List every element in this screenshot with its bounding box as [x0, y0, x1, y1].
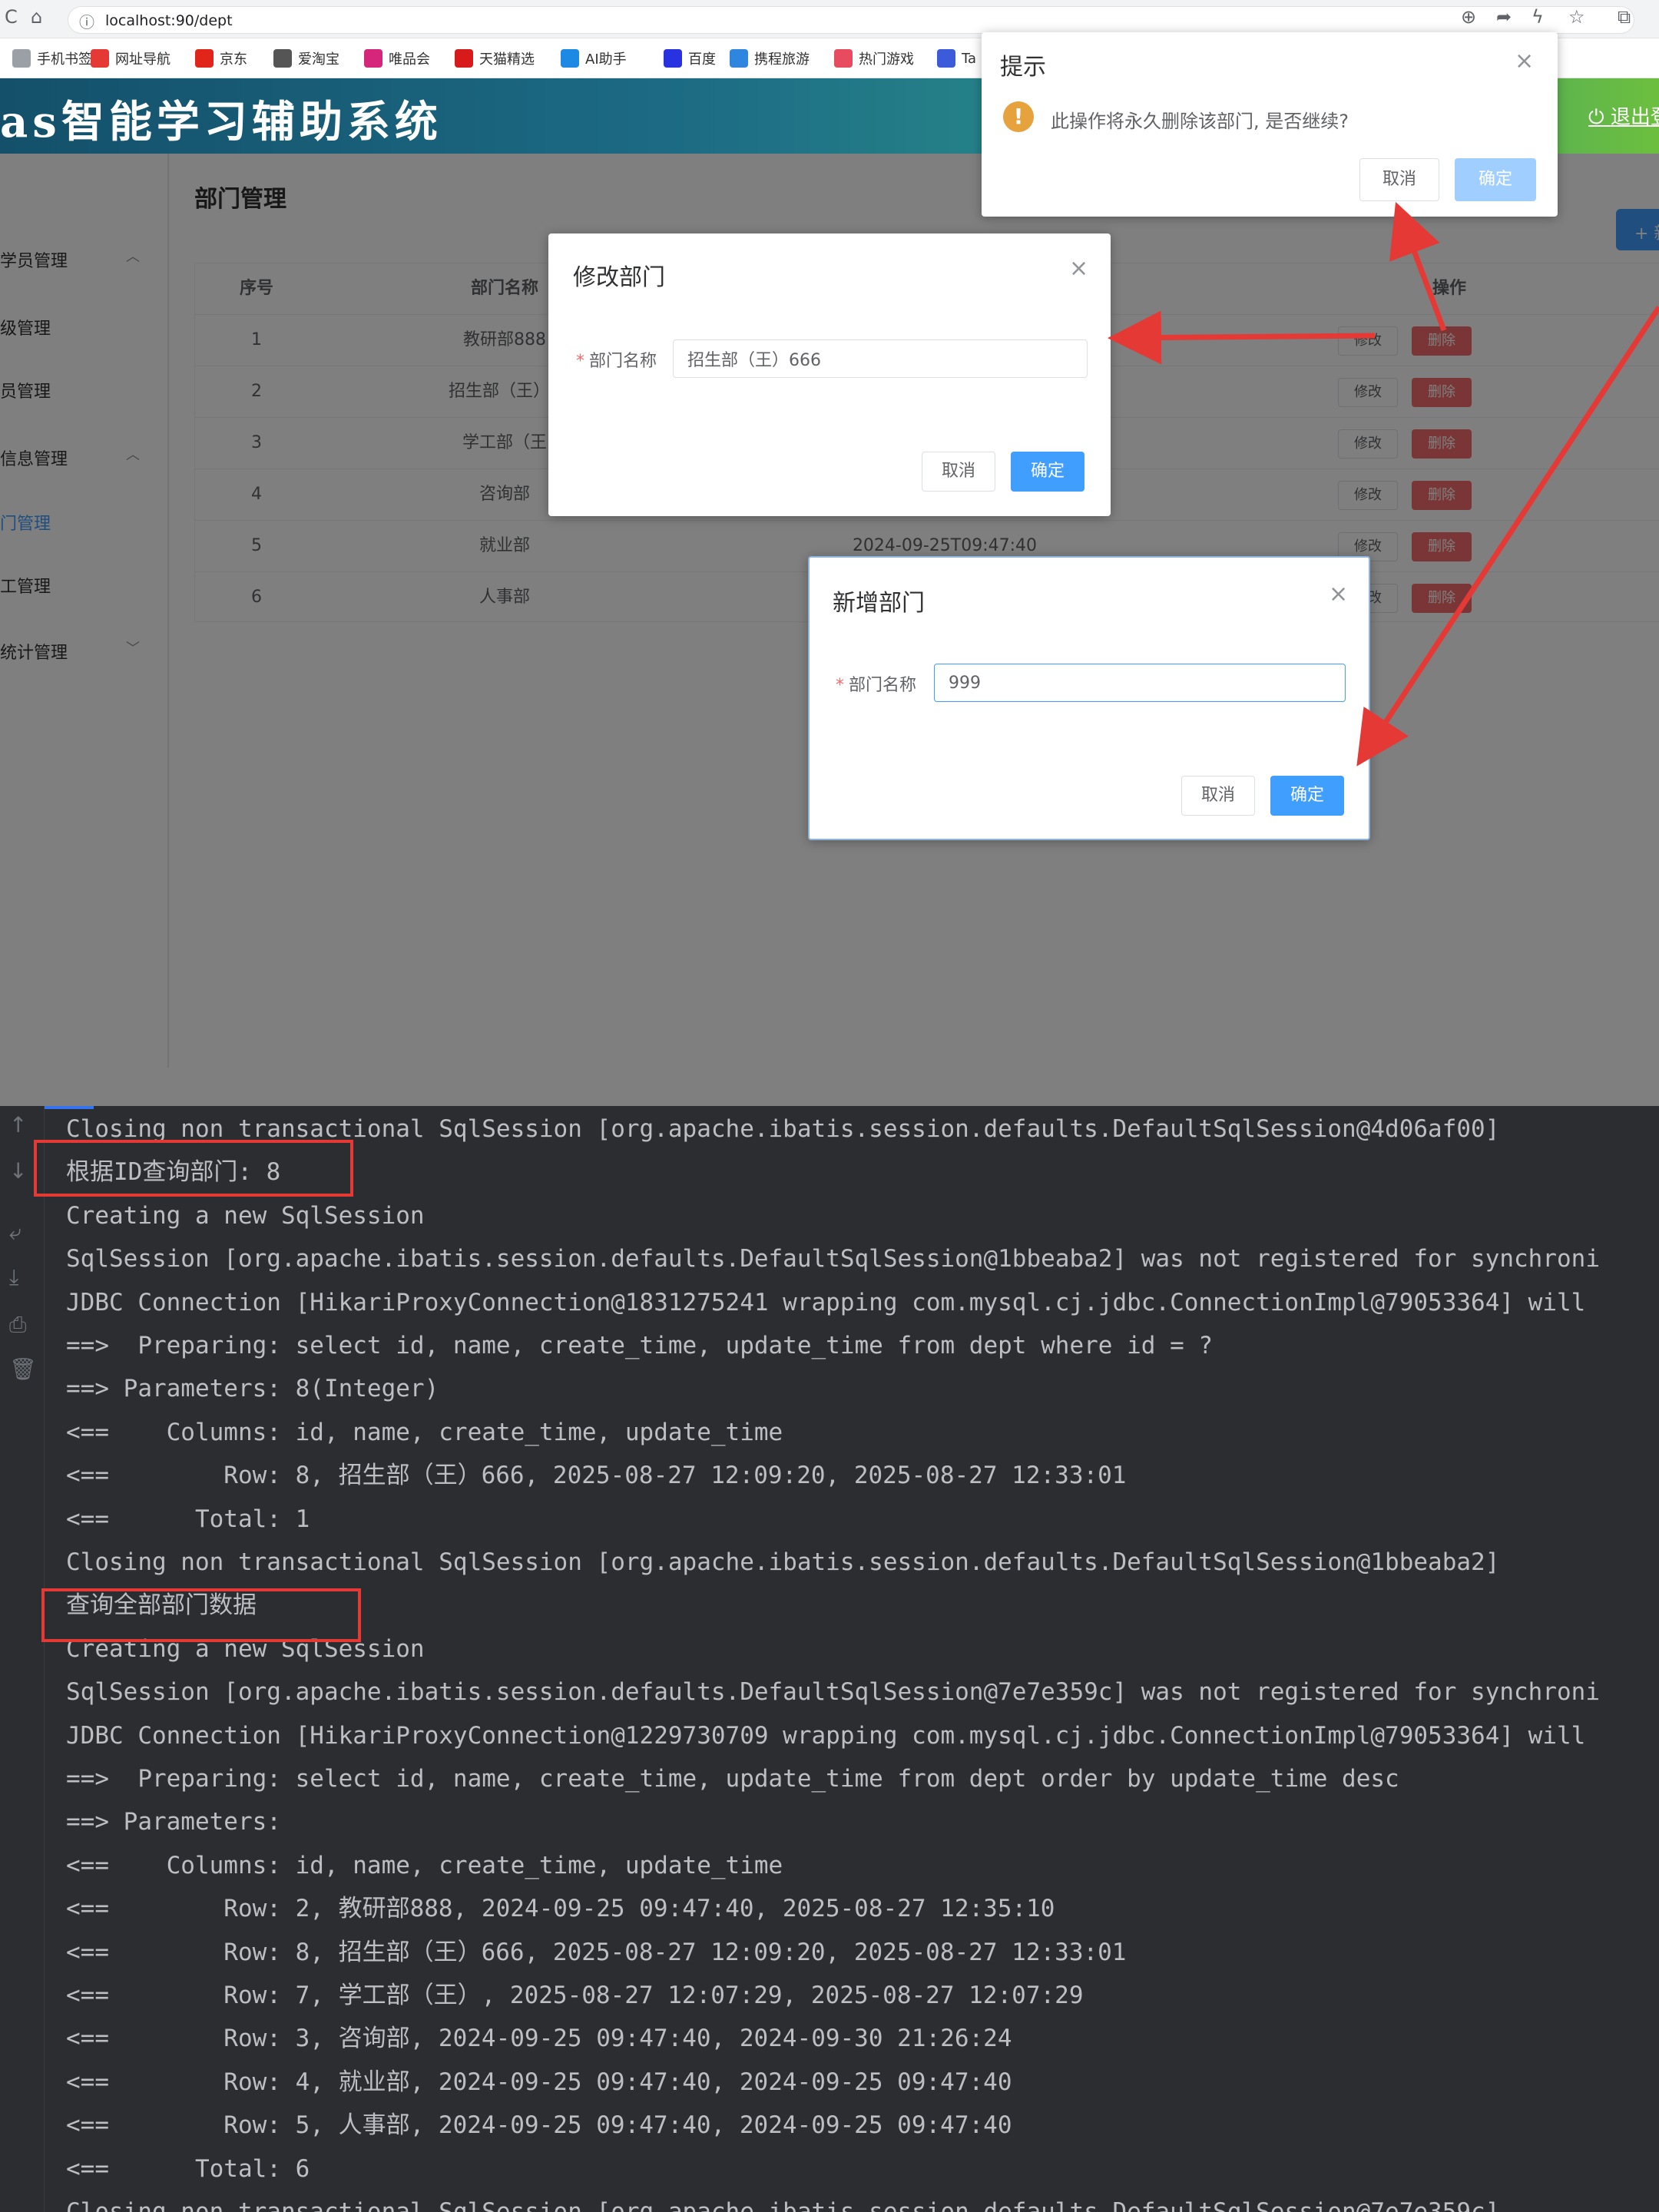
console-line: <== Columns: id, name, create_time, upda… — [66, 1851, 783, 1879]
console-line: SqlSession [org.apache.ibatis.session.de… — [66, 1245, 1601, 1273]
console-line: <== Row: 8, 招生部（王）666, 2025-08-27 12:09:… — [66, 1938, 1127, 1966]
console-line: JDBC Connection [HikariProxyConnection@1… — [66, 1288, 1586, 1316]
highlight-box-query-by-id — [34, 1140, 353, 1197]
annotation-arrows — [1108, 201, 1659, 767]
console-line: <== Total: 1 — [66, 1505, 310, 1533]
console-line: <== Row: 8, 招生部（王）666, 2025-08-27 12:09:… — [66, 1462, 1127, 1490]
print-icon[interactable]: ⎙ — [9, 1312, 26, 1338]
arrow-to-edit-dialog — [1108, 310, 1376, 365]
console-line: Closing non transactional SqlSession [or… — [66, 1548, 1500, 1576]
console-line: <== Row: 5, 人事部, 2024-09-25 09:47:40, 20… — [66, 2111, 1012, 2140]
console-line: ==> Parameters: 8(Integer) — [66, 1375, 439, 1403]
console-line: <== Row: 7, 学工部（王）, 2025-08-27 12:07:29,… — [66, 1982, 1084, 2009]
scroll-to-end-icon[interactable]: ⤓ — [9, 1264, 18, 1290]
console-line: ==> Parameters: — [66, 1808, 296, 1836]
highlight-box-query-all — [41, 1588, 361, 1642]
console-line: Closing non transactional SqlSession [or… — [66, 2198, 1500, 2212]
arrow-to-add-dialog — [1356, 306, 1659, 767]
console-line: <== Row: 3, 咨询部, 2024-09-25 09:47:40, 20… — [66, 2025, 1012, 2053]
console-line: SqlSession [org.apache.ibatis.session.de… — [66, 1678, 1601, 1707]
console-line: ==> Preparing: select id, name, create_t… — [66, 1332, 1214, 1359]
console-line: Creating a new SqlSession — [66, 1201, 425, 1230]
console-panel: ↑ ↓ ⤶ ⤓ ⎙ 🗑 Closing non transactional SqlSess… — [0, 1106, 1659, 2212]
console-line: JDBC Connection [HikariProxyConnection@1… — [66, 1721, 1586, 1750]
console-line: ==> Preparing: select id, name, create_t… — [66, 1765, 1399, 1793]
console-toolbar: ↑ ↓ ⤶ ⤓ ⎙ 🗑 — [0, 1106, 45, 2212]
trash-icon[interactable]: 🗑 — [9, 1356, 37, 1382]
console-line: <== Columns: id, name, create_time, upda… — [66, 1418, 783, 1446]
console-line: <== Row: 2, 教研部888, 2024-09-25 09:47:40,… — [66, 1895, 1055, 1923]
down-arrow-icon[interactable]: ↓ — [9, 1158, 27, 1184]
console-line: <== Total: 6 — [66, 2154, 310, 2183]
up-arrow-icon[interactable]: ↑ — [9, 1112, 27, 1137]
arrow-to-confirm-dialog — [1389, 201, 1447, 332]
soft-wrap-icon[interactable]: ⤶ — [9, 1220, 22, 1246]
console-line: <== Row: 4, 就业部, 2024-09-25 09:47:40, 20… — [66, 2068, 1012, 2096]
console-log: Closing non transactional SqlSession [or… — [66, 1106, 1659, 2212]
